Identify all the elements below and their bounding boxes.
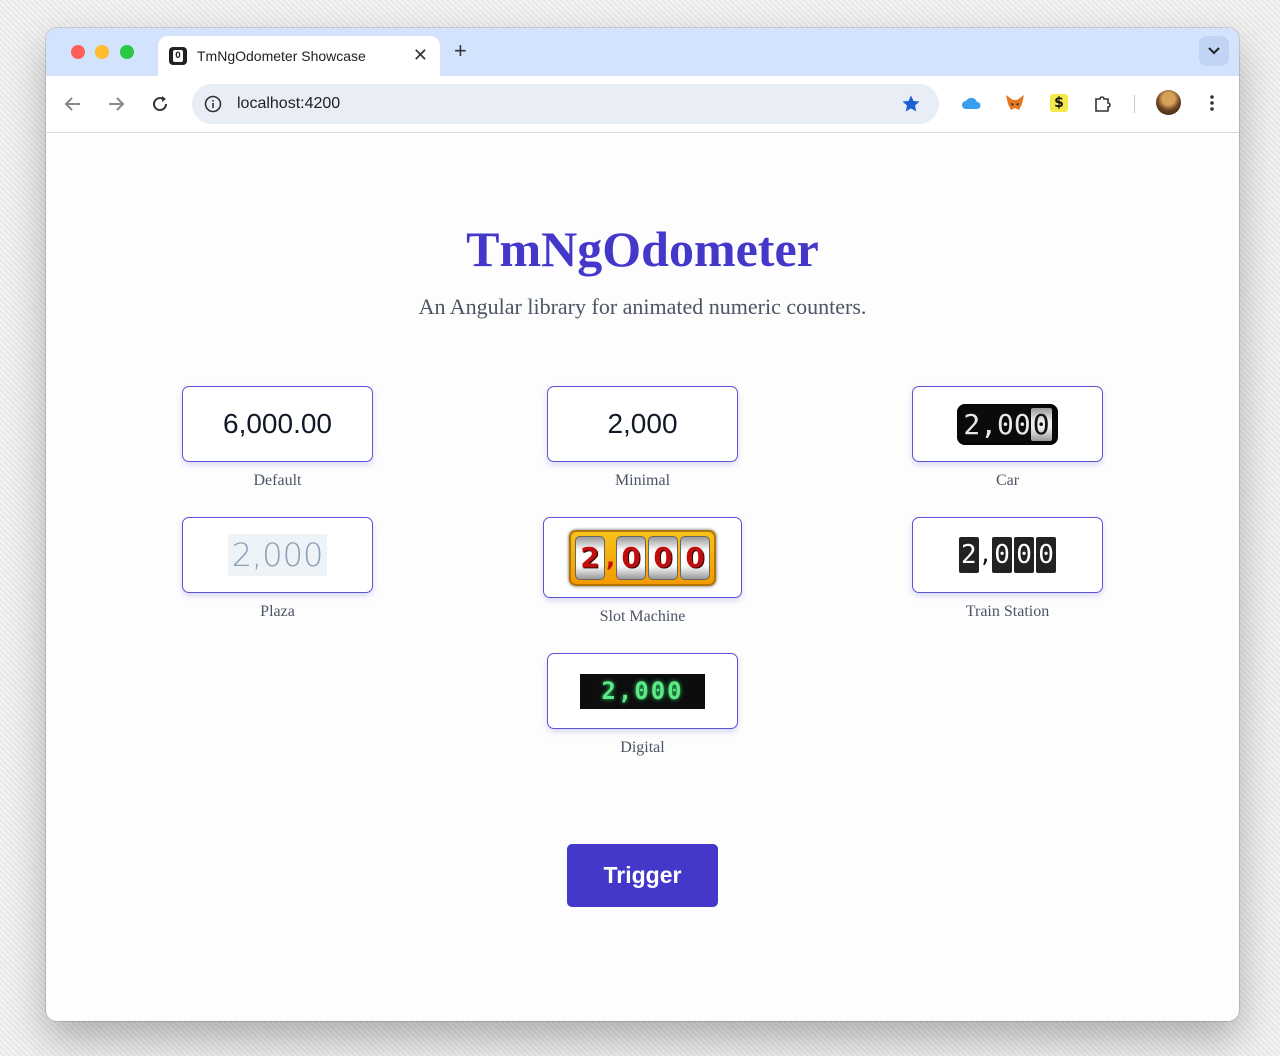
odometer-default-label: Default [253, 472, 302, 489]
forward-icon [109, 97, 125, 111]
page-title: TmNgOdometer [466, 221, 819, 277]
odometer-car-value: 2,00 [963, 407, 1031, 441]
slot-digit: 2 [574, 535, 605, 580]
new-tab-button[interactable]: + [454, 38, 467, 64]
odometer-train-station-label: Train Station [965, 603, 1050, 620]
slot-comma: , [605, 543, 616, 572]
odometer-car-last-digit: 0 [1030, 407, 1052, 441]
tab-bar: O TmNgOdometer Showcase ✕ + [46, 28, 1239, 76]
slot-digit: 0 [616, 535, 647, 580]
odometer-plaza-label: Plaza [260, 603, 295, 620]
icloud-extension-icon[interactable] [960, 92, 982, 114]
slot-digit: 0 [648, 535, 679, 580]
train-digit: 2 [958, 537, 979, 573]
odometer-plaza: 2,000 [182, 517, 373, 593]
train-comma: , [978, 542, 993, 568]
back-button[interactable] [62, 93, 84, 115]
odometer-digital-value: 2,000 [580, 673, 705, 709]
bookmark-star-icon[interactable] [901, 94, 921, 119]
tab-favicon-icon: O [169, 47, 187, 65]
reload-button[interactable] [149, 93, 171, 115]
train-digit: 0 [1036, 537, 1057, 573]
browser-toolbar: localhost:4200 $ [46, 76, 1239, 133]
metamask-extension-icon[interactable] [1004, 92, 1026, 114]
chevron-down-icon [1208, 47, 1220, 55]
odometer-plaza-value: 2,000 [227, 534, 328, 576]
close-window-button[interactable] [71, 45, 85, 59]
odometer-car-display: 2,00 0 [957, 403, 1058, 445]
odometer-slot-machine-label: Slot Machine [599, 608, 686, 625]
reload-icon [153, 96, 168, 112]
odometer-digital-label: Digital [620, 739, 665, 756]
forward-button[interactable] [105, 93, 127, 115]
dollar-extension-icon[interactable]: $ [1048, 92, 1070, 114]
tab-title: TmNgOdometer Showcase [197, 48, 366, 64]
trigger-button[interactable]: Trigger [567, 844, 718, 907]
odometer-digital: 2,000 [547, 653, 738, 729]
minimize-window-button[interactable] [95, 45, 109, 59]
page-subtitle: An Angular library for animated numeric … [418, 294, 867, 319]
maximize-window-button[interactable] [120, 45, 134, 59]
profile-avatar[interactable] [1156, 90, 1181, 115]
train-digit: 0 [1014, 537, 1035, 573]
toolbar-separator [1134, 95, 1135, 113]
odometer-slot-display: 2 , 0 0 0 [568, 529, 717, 586]
train-digit: 0 [992, 537, 1013, 573]
tab-search-button[interactable] [1199, 36, 1229, 66]
back-icon [64, 97, 80, 111]
odometer-train-display: 2 , 0 0 0 [958, 537, 1057, 573]
url-text[interactable]: localhost:4200 [237, 95, 340, 113]
more-menu-icon[interactable] [1201, 92, 1223, 114]
odometer-default-value: 6,000.00 [223, 408, 332, 439]
browser-window: O TmNgOdometer Showcase ✕ + localhost:42… [46, 28, 1239, 1021]
odometer-minimal: 2,000 [547, 386, 738, 462]
extensions-puzzle-icon[interactable] [1092, 92, 1114, 114]
odometer-slot-machine: 2 , 0 0 0 [543, 517, 742, 598]
slot-digit: 0 [680, 535, 711, 580]
address-bar[interactable]: localhost:4200 [192, 84, 939, 124]
page-content: TmNgOdometer An Angular library for anim… [46, 134, 1239, 1021]
odometer-default: 6,000.00 [182, 386, 373, 462]
odometer-car: 2,00 0 [912, 386, 1103, 462]
tab-active[interactable]: O TmNgOdometer Showcase ✕ [158, 36, 440, 76]
odometer-minimal-label: Minimal [614, 472, 671, 489]
odometer-minimal-value: 2,000 [607, 408, 678, 439]
odometer-car-label: Car [995, 472, 1020, 489]
site-info-icon[interactable] [204, 95, 222, 118]
odometer-train-station: 2 , 0 0 0 [912, 517, 1103, 593]
tab-close-icon[interactable]: ✕ [413, 45, 428, 66]
